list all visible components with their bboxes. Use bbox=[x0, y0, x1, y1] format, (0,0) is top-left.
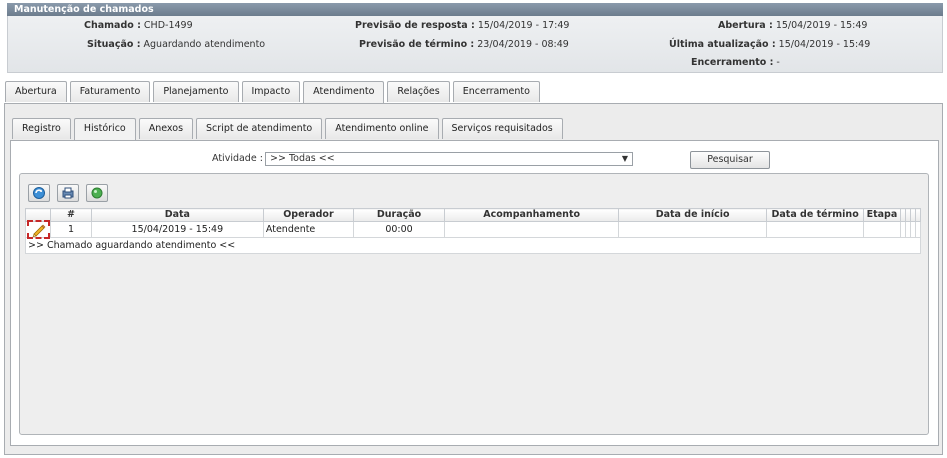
window-title: Manutenção de chamados bbox=[7, 3, 943, 16]
refresh-icon bbox=[33, 187, 45, 199]
atividade-select[interactable]: >> Todas << ▼ bbox=[265, 152, 633, 166]
cell-operador: Atendente bbox=[262, 221, 354, 238]
status-message-row: >> Chamado aguardando atendimento << bbox=[25, 237, 921, 254]
sub-tabs: Registro Histórico Anexos Script de aten… bbox=[12, 118, 566, 140]
tab-registro[interactable]: Registro bbox=[12, 118, 71, 139]
search-button[interactable]: Pesquisar bbox=[690, 151, 770, 169]
refresh-button[interactable] bbox=[28, 184, 50, 202]
cell-data-inicio bbox=[618, 221, 768, 238]
col-duracao[interactable]: Duração bbox=[352, 208, 446, 222]
col-acompanhamento[interactable]: Acompanhamento bbox=[444, 208, 620, 222]
col-data-termino[interactable]: Data de término bbox=[766, 208, 865, 222]
col-data-inicio[interactable]: Data de início bbox=[618, 208, 768, 222]
cell-extra bbox=[914, 221, 922, 238]
cell-duracao: 00:00 bbox=[352, 221, 446, 238]
cell-etapa bbox=[863, 221, 901, 238]
cell-data: 15/04/2019 - 15:49 bbox=[90, 221, 264, 238]
print-icon bbox=[62, 187, 74, 199]
main-tabs: Abertura Faturamento Planejamento Impact… bbox=[5, 81, 543, 103]
status-button[interactable] bbox=[86, 184, 108, 202]
status-icon bbox=[91, 187, 103, 199]
chamado-info: Chamado : CHD-1499 bbox=[84, 20, 193, 31]
tab-script-atendimento[interactable]: Script de atendimento bbox=[196, 118, 323, 139]
tab-historico[interactable]: Histórico bbox=[73, 118, 136, 140]
previsao-termino-info: Previsão de término : 23/04/2019 - 08:49 bbox=[359, 39, 569, 50]
history-table: # Data Operador Duração Acompanhamento D… bbox=[24, 208, 922, 254]
atividade-value: >> Todas << bbox=[270, 153, 335, 164]
tab-atendimento[interactable]: Atendimento bbox=[303, 81, 385, 103]
abertura-info: Abertura : 15/04/2019 - 15:49 bbox=[718, 20, 868, 31]
tab-impacto[interactable]: Impacto bbox=[241, 81, 301, 102]
cell-num: 1 bbox=[50, 221, 92, 238]
print-button[interactable] bbox=[57, 184, 79, 202]
status-message: >> Chamado aguardando atendimento << bbox=[25, 237, 921, 254]
tab-anexos[interactable]: Anexos bbox=[138, 118, 194, 139]
edit-cell[interactable] bbox=[24, 220, 52, 239]
col-data[interactable]: Data bbox=[90, 208, 264, 222]
col-operador[interactable]: Operador bbox=[262, 208, 354, 222]
table-row[interactable]: 1 15/04/2019 - 15:49 Atendente 00:00 bbox=[24, 220, 922, 239]
tab-encerramento[interactable]: Encerramento bbox=[452, 81, 540, 102]
col-extra bbox=[914, 208, 922, 222]
tab-relacoes[interactable]: Relações bbox=[387, 81, 450, 102]
edit-button[interactable] bbox=[27, 220, 50, 239]
pencil-icon bbox=[32, 224, 46, 237]
encerramento-info: Encerramento : - bbox=[691, 57, 780, 68]
cell-data-termino bbox=[766, 221, 865, 238]
dropdown-arrow-icon: ▼ bbox=[621, 154, 628, 163]
table-header: # Data Operador Duração Acompanhamento D… bbox=[24, 208, 922, 222]
tab-servicos-requisitados[interactable]: Serviços requisitados bbox=[441, 118, 563, 139]
atividade-label: Atividade : bbox=[212, 153, 263, 164]
col-etapa[interactable]: Etapa bbox=[863, 208, 901, 222]
tab-faturamento[interactable]: Faturamento bbox=[69, 81, 151, 102]
situacao-info: Situação : Aguardando atendimento bbox=[87, 39, 266, 50]
previsao-resposta-info: Previsão de resposta : 15/04/2019 - 17:4… bbox=[355, 20, 570, 31]
tab-abertura[interactable]: Abertura bbox=[5, 81, 67, 102]
ultima-atualizacao-info: Última atualização : 15/04/2019 - 15:49 bbox=[669, 39, 871, 50]
cell-acompanhamento bbox=[444, 221, 620, 238]
tab-atendimento-online[interactable]: Atendimento online bbox=[325, 118, 439, 139]
tab-planejamento[interactable]: Planejamento bbox=[153, 81, 239, 102]
col-num[interactable]: # bbox=[50, 208, 92, 222]
